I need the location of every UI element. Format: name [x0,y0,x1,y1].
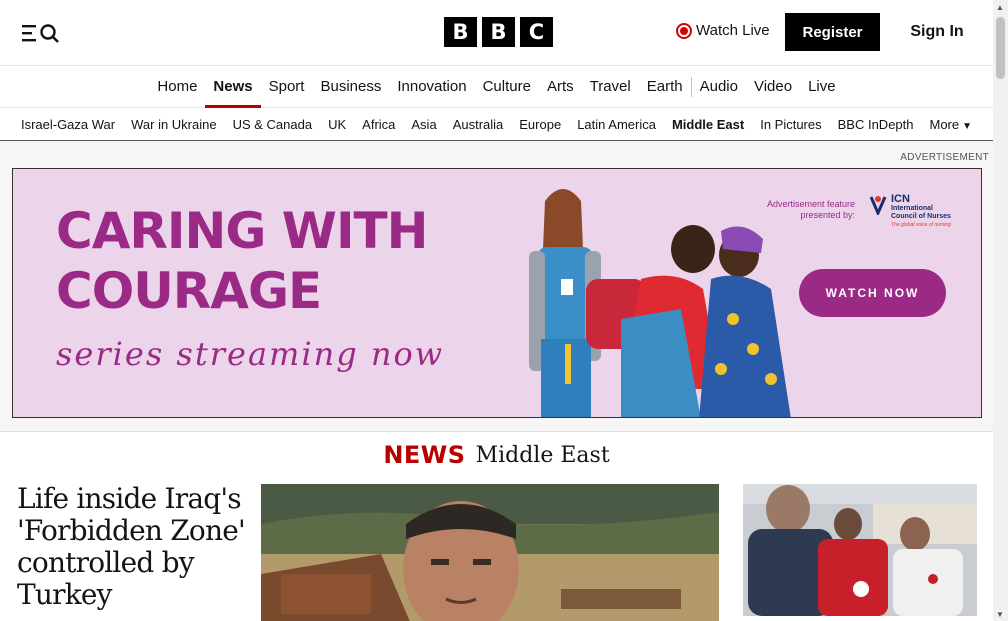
subnav-item-israel-gaza-war[interactable]: Israel-Gaza War [13,117,123,132]
section-title: NEWS Middle East [0,441,993,469]
ad-script-text: series streaming now [56,335,445,373]
watch-live-link[interactable]: Watch Live [676,22,770,39]
icn-abbr: ICN [891,193,910,205]
page-scrollbar[interactable]: ▲ ▼ [993,0,1008,621]
subnav-more-button[interactable]: More ▼ [922,117,981,132]
side-photo [743,484,977,616]
icn-line: International [891,205,934,212]
subnav-item-uk[interactable]: UK [320,117,354,132]
subnav-item-middle-east[interactable]: Middle East [664,117,752,132]
lead-story-image[interactable] [261,484,719,621]
more-label: More [929,116,960,132]
nav-item-audio[interactable]: Audio [692,66,746,107]
live-icon [676,22,692,39]
ad-headline-line: COURAGE [56,262,322,320]
icn-logo: ICN International Council of Nurses The … [869,193,951,229]
subnav-item-us-canada[interactable]: US & Canada [225,117,321,132]
subnav-item-latin-america[interactable]: Latin America [569,117,664,132]
nav-item-news[interactable]: News [205,66,261,108]
subnav-item-europe[interactable]: Europe [511,117,569,132]
primary-nav: Home News Sport Business Innovation Cult… [0,66,993,108]
icn-line: Council of Nurses [891,213,951,220]
ad-banner[interactable]: CARING WITH COURAGE series streaming now [12,168,982,418]
nav-item-home[interactable]: Home [149,66,205,107]
news-brand[interactable]: NEWS [383,441,465,469]
ad-nurses-photo [529,189,791,417]
watch-now-button[interactable]: WATCH NOW [799,269,946,317]
lead-photo [261,484,719,621]
side-story-image[interactable] [743,484,977,616]
logo-letter: B [482,17,515,47]
search-icon [40,24,59,43]
scroll-down-icon[interactable]: ▼ [996,610,1004,619]
advertisement-zone: ADVERTISEMENT CARING WITH COURAGE series… [0,141,993,432]
nav-item-arts[interactable]: Arts [539,66,582,107]
subnav-item-war-in-ukraine[interactable]: War in Ukraine [123,117,224,132]
nav-item-sport[interactable]: Sport [261,66,313,107]
ad-headline: CARING WITH COURAGE [56,201,428,321]
register-button[interactable]: Register [785,13,880,51]
nav-item-innovation[interactable]: Innovation [389,66,474,107]
secondary-nav: Israel-Gaza War War in Ukraine US & Cana… [0,108,993,141]
masthead: B B C Watch Live Register Sign In [0,0,993,66]
subnav-item-asia[interactable]: Asia [403,117,444,132]
subnav-item-in-pictures[interactable]: In Pictures [752,117,829,132]
ad-feature-line: presented by: [800,210,855,220]
subnav-item-africa[interactable]: Africa [354,117,403,132]
lead-story-headline[interactable]: Life inside Iraq's 'Forbidden Zone' cont… [17,483,252,611]
subnav-item-bbc-indepth[interactable]: BBC InDepth [830,117,922,132]
nav-item-culture[interactable]: Culture [475,66,539,107]
menu-search-button[interactable] [20,20,64,46]
chevron-down-icon: ▼ [962,120,973,132]
logo-letter: B [444,17,477,47]
watch-live-label: Watch Live [696,22,770,39]
ad-headline-line: CARING WITH [56,202,428,260]
scroll-thumb[interactable] [996,17,1005,79]
nav-item-travel[interactable]: Travel [582,66,639,107]
icn-emblem-icon [869,196,887,215]
nav-item-business[interactable]: Business [312,66,389,107]
subnav-item-australia[interactable]: Australia [445,117,512,132]
ad-label: ADVERTISEMENT [900,152,989,163]
icn-tagline: The global voice of nursing [891,222,951,228]
icn-name: ICN International Council of Nurses The … [891,193,951,229]
logo-letter: C [520,17,553,47]
menu-icon [22,24,59,43]
nav-item-earth[interactable]: Earth [639,66,691,107]
nav-item-live[interactable]: Live [800,66,844,107]
region-title: Middle East [475,442,610,468]
scroll-up-icon[interactable]: ▲ [996,3,1004,12]
nav-item-video[interactable]: Video [746,66,800,107]
sign-in-button[interactable]: Sign In [896,13,978,51]
ad-feature-note: Advertisement feature presented by: [755,199,855,221]
bbc-logo[interactable]: B B C [444,17,553,47]
ad-feature-line: Advertisement feature [766,199,855,209]
